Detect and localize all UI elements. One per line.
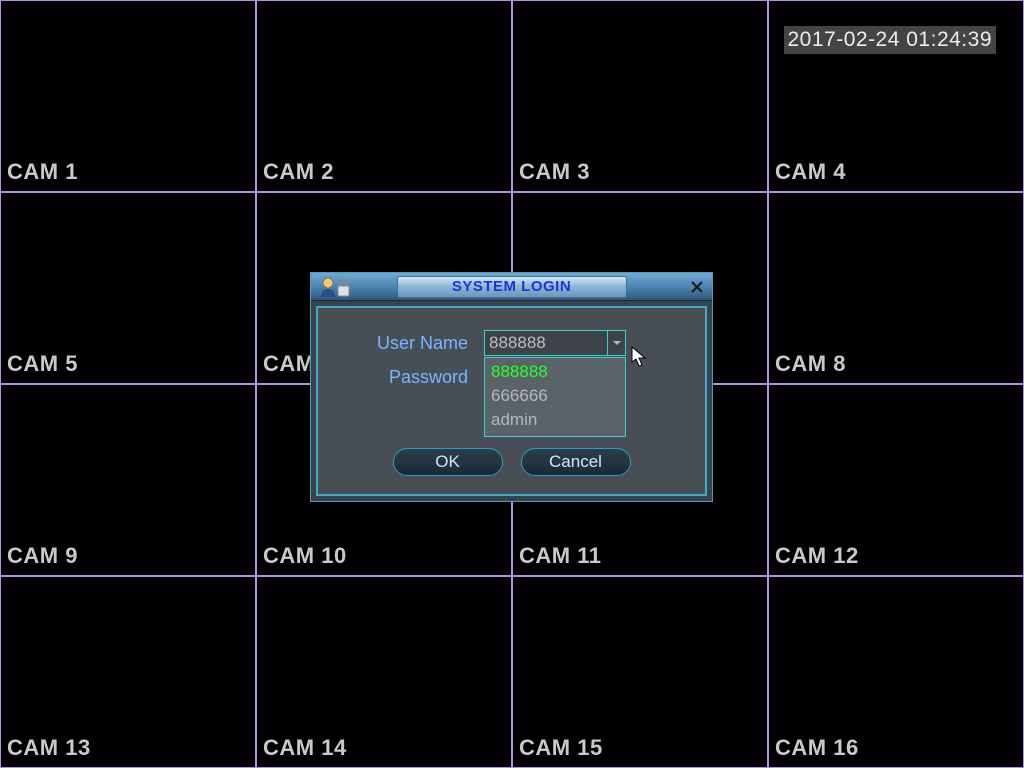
camera-tile[interactable]: CAM 13 (0, 576, 256, 768)
user-lock-icon (317, 275, 351, 299)
ok-button[interactable]: OK (393, 448, 503, 476)
username-options: 888888 666666 admin (484, 357, 626, 437)
close-button[interactable] (688, 278, 706, 296)
camera-label: CAM 16 (775, 735, 859, 761)
dropdown-toggle[interactable] (607, 331, 625, 355)
dialog-title-plate: SYSTEM LOGIN (397, 276, 627, 298)
camera-label: CAM 13 (7, 735, 91, 761)
camera-tile[interactable]: CAM 12 (768, 384, 1024, 576)
camera-label: CAM 1 (7, 159, 78, 185)
username-dropdown[interactable]: 888888 888888 666666 admin (484, 330, 626, 356)
camera-tile[interactable]: CAM 14 (256, 576, 512, 768)
close-icon (690, 280, 704, 294)
camera-label: CAM 5 (7, 351, 78, 377)
username-option[interactable]: 888888 (485, 360, 625, 384)
camera-tile[interactable]: CAM 8 (768, 192, 1024, 384)
camera-label: CAM 2 (263, 159, 334, 185)
camera-label: CAM 11 (519, 543, 601, 569)
username-value: 888888 (485, 333, 607, 353)
dialog-titlebar[interactable]: SYSTEM LOGIN (311, 273, 712, 301)
login-dialog: SYSTEM LOGIN User Name 888888 888888 (310, 272, 713, 502)
username-option[interactable]: admin (485, 408, 625, 432)
dialog-body: User Name 888888 888888 666666 admin Pas… (316, 306, 707, 496)
camera-tile[interactable]: CAM 1 (0, 0, 256, 192)
camera-label: CAM 14 (263, 735, 347, 761)
camera-label: CAM 12 (775, 543, 859, 569)
chevron-down-icon (612, 338, 622, 348)
camera-tile[interactable]: CAM 9 (0, 384, 256, 576)
camera-tile[interactable]: CAM 5 (0, 192, 256, 384)
timestamp: 2017-02-24 01:24:39 (784, 26, 997, 54)
camera-tile[interactable]: CAM 16 (768, 576, 1024, 768)
camera-label: CAM 10 (263, 543, 347, 569)
camera-tile[interactable]: CAM 15 (512, 576, 768, 768)
camera-label: CAM 4 (775, 159, 846, 185)
cancel-button[interactable]: Cancel (521, 448, 631, 476)
username-option[interactable]: 666666 (485, 384, 625, 408)
username-label: User Name (344, 333, 484, 354)
camera-label: CAM 9 (7, 543, 78, 569)
camera-label: CAM 3 (519, 159, 590, 185)
camera-tile[interactable]: CAM 3 (512, 0, 768, 192)
camera-tile[interactable]: CAM 2 (256, 0, 512, 192)
password-label: Password (344, 367, 484, 388)
camera-label: CAM 8 (775, 351, 846, 377)
dialog-title: SYSTEM LOGIN (452, 278, 571, 295)
camera-label: CAM 15 (519, 735, 603, 761)
